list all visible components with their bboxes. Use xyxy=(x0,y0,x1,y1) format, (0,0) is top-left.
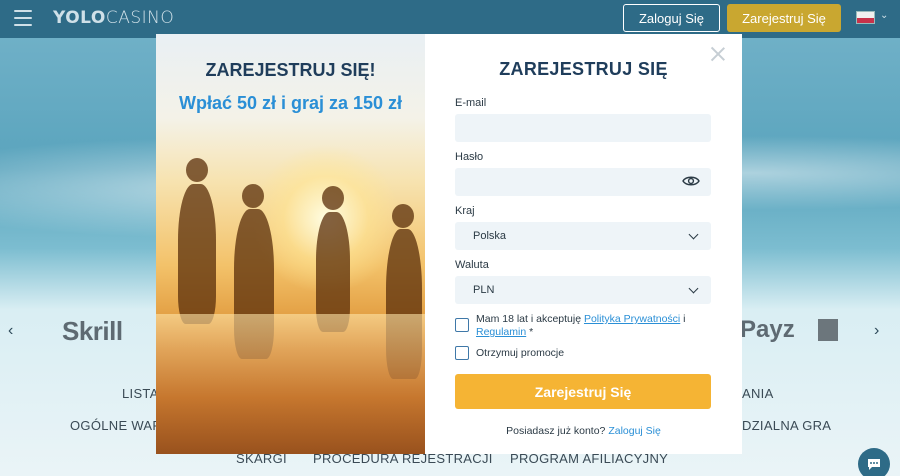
chat-icon[interactable] xyxy=(858,448,890,476)
promotions-label: Otrzymuj promocje xyxy=(476,347,565,359)
submit-register-button[interactable]: Zarejestruj Się xyxy=(455,374,711,409)
promo-panel: ZAREJESTRUJ SIĘ! Wpłać 50 zł i graj za 1… xyxy=(156,34,425,454)
header-login-button[interactable]: Zaloguj Się xyxy=(623,4,720,32)
terms-link[interactable]: Regulamin xyxy=(476,326,526,338)
terms-checkbox[interactable] xyxy=(455,318,469,332)
skrill-logo: Skrill xyxy=(62,316,123,346)
chevron-down-icon xyxy=(688,283,699,294)
carousel-prev-icon[interactable]: ‹ xyxy=(8,322,13,340)
promo-title: ZAREJESTRUJ SIĘ! xyxy=(205,60,376,80)
registration-form: ZAREJESTRUJ SIĘ E-mail Hasło Kraj Polska… xyxy=(425,34,742,454)
footer-link-odpowiedzialna[interactable]: DZIALNA GRA xyxy=(742,418,831,433)
chat-bubble-icon xyxy=(868,459,880,470)
language-chevron-icon[interactable]: ⌄ xyxy=(880,10,888,21)
footer-link-lista[interactable]: LISTA xyxy=(122,386,159,401)
currency-select[interactable]: PLN xyxy=(455,276,711,304)
promotions-checkbox[interactable] xyxy=(455,346,469,360)
country-label: Kraj xyxy=(455,205,475,217)
terms-text: Mam 18 lat i akceptuję Polityka Prywatno… xyxy=(476,313,716,339)
silhouette-head-decoration xyxy=(242,184,264,208)
currency-label: Waluta xyxy=(455,259,489,271)
silhouette-head-decoration xyxy=(392,204,414,228)
sea-splash-decoration xyxy=(156,314,425,454)
country-select[interactable]: Polska xyxy=(455,222,711,250)
language-flag-icon[interactable] xyxy=(856,11,875,24)
country-value: Polska xyxy=(473,230,507,242)
currency-value: PLN xyxy=(473,284,495,296)
have-account-text: Posiadasz już konto? Zaloguj Się xyxy=(425,425,742,437)
hamburger-icon[interactable] xyxy=(14,10,32,26)
header-register-button[interactable]: Zarejestruj Się xyxy=(727,4,841,32)
chevron-down-icon xyxy=(688,229,699,240)
password-field[interactable] xyxy=(455,168,711,196)
email-field[interactable] xyxy=(455,114,711,142)
registration-modal: ZAREJESTRUJ SIĘ! Wpłać 50 zł i graj za 1… xyxy=(156,34,742,454)
footer-link-ania[interactable]: ANIA xyxy=(742,386,774,401)
form-title: ZAREJESTRUJ SIĘ xyxy=(499,59,668,79)
logo-bold: YOLO xyxy=(53,8,106,28)
logo-light: CASINO xyxy=(105,8,175,28)
terms-prefix: Mam 18 lat i akceptuję xyxy=(476,313,584,325)
have-account-prefix: Posiadasz już konto? xyxy=(506,425,609,437)
payz-logo: Payz xyxy=(740,316,795,343)
login-link[interactable]: Zaloguj Się xyxy=(608,425,661,437)
email-label: E-mail xyxy=(455,97,487,109)
terms-mid: i xyxy=(680,313,686,325)
eye-icon[interactable] xyxy=(682,175,700,187)
carousel-next-icon[interactable]: › xyxy=(874,322,879,340)
silhouette-decoration xyxy=(178,184,216,324)
promo-subtitle: Wpłać 50 zł i graj za 150 zł xyxy=(178,93,403,113)
top-header: YOLOCASINO Zaloguj Się Zarejestruj Się ⌄ xyxy=(0,0,900,38)
password-label: Hasło xyxy=(455,151,484,163)
silhouette-head-decoration xyxy=(186,158,208,182)
silhouette-head-decoration xyxy=(322,186,344,210)
payment-badge-icon xyxy=(818,319,838,341)
privacy-policy-link[interactable]: Polityka Prywatności xyxy=(584,313,680,325)
terms-required-mark: * xyxy=(526,326,534,338)
site-logo[interactable]: YOLOCASINO xyxy=(53,8,174,28)
footer-link-ogolne[interactable]: OGÓLNE WAR xyxy=(70,418,162,433)
